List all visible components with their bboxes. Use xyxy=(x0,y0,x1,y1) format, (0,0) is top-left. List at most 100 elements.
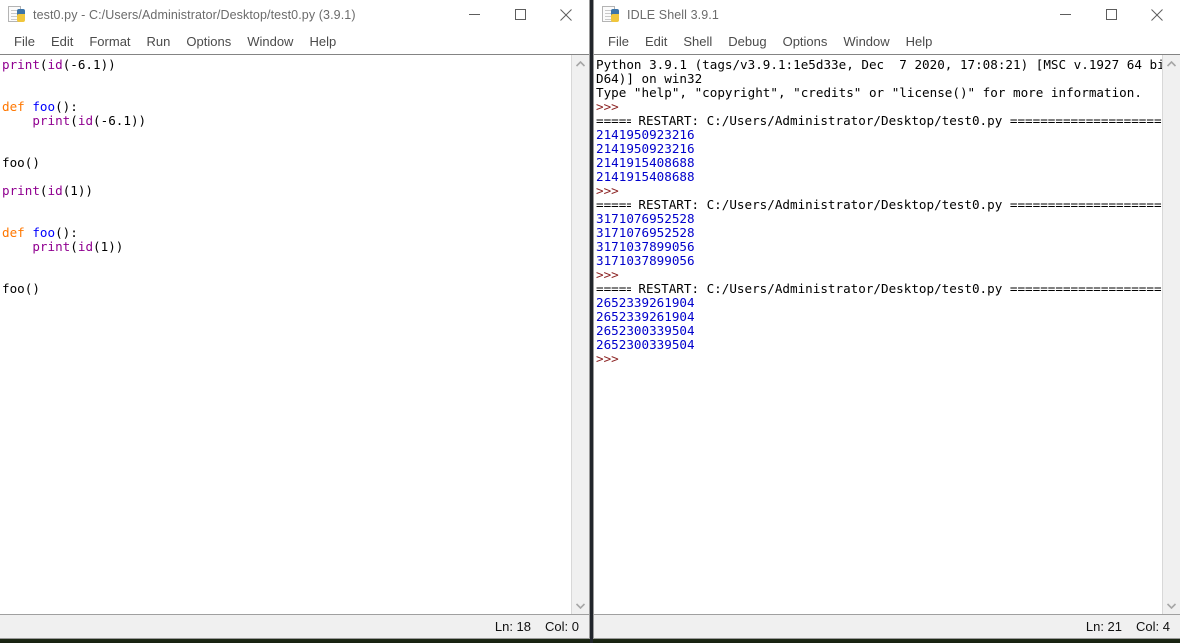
shell-window[interactable]: IDLE Shell 3.9.1 File Edit Shell Debug O… xyxy=(593,0,1180,639)
shell-menubar[interactable]: File Edit Shell Debug Options Window Hel… xyxy=(594,29,1180,54)
restart-rule-left: ======================================== xyxy=(596,198,631,212)
shell-vertical-scrollbar[interactable] xyxy=(1162,55,1180,614)
code-line: foo() xyxy=(2,156,571,170)
menu-run[interactable]: Run xyxy=(139,32,179,51)
restart-separator: ========================================… xyxy=(596,282,1162,296)
menu-options[interactable]: Options xyxy=(178,32,239,51)
shell-output-line: 2652300339504 xyxy=(596,338,1162,352)
close-icon[interactable] xyxy=(543,0,589,29)
shell-output-line: 3171076952528 xyxy=(596,226,1162,240)
menu-format[interactable]: Format xyxy=(81,32,138,51)
code-token: print xyxy=(32,113,71,128)
shell-text: Type "help", "copyright", "credits" or "… xyxy=(596,85,1142,100)
shell-text: 2652339261904 xyxy=(596,295,695,310)
restart-separator: ========================================… xyxy=(596,114,1162,128)
shell-text: D64)] on win32 xyxy=(596,71,703,86)
code-token: (): xyxy=(55,99,78,114)
restart-separator: ========================================… xyxy=(596,198,1162,212)
shell-text: 3171037899056 xyxy=(596,239,695,254)
shell-col-indicator: Col: 4 xyxy=(1136,619,1170,634)
scroll-up-chevron-icon[interactable] xyxy=(572,55,589,72)
code-line: def foo(): xyxy=(2,100,571,114)
python-file-icon xyxy=(602,6,619,23)
shell-statusbar: Ln: 21 Col: 4 xyxy=(594,614,1180,638)
shell-titlebar[interactable]: IDLE Shell 3.9.1 xyxy=(594,0,1180,29)
editor-window-title: test0.py - C:/Users/Administrator/Deskto… xyxy=(33,7,356,22)
menu-edit[interactable]: Edit xyxy=(43,32,81,51)
code-token: id xyxy=(77,113,94,128)
shell-output-line: 3171037899056 xyxy=(596,254,1162,268)
shell-text: 2141915408688 xyxy=(596,155,695,170)
shell-prompt: >>> xyxy=(596,352,1162,366)
maximize-icon[interactable] xyxy=(1088,0,1134,29)
menu-edit[interactable]: Edit xyxy=(637,32,675,51)
menu-help[interactable]: Help xyxy=(301,32,344,51)
code-line: foo() xyxy=(2,282,571,296)
shell-transcript: Python 3.9.1 (tags/v3.9.1:1e5d33e, Dec 7… xyxy=(596,58,1162,366)
shell-banner-line: D64)] on win32 xyxy=(596,72,1162,86)
code-token: ( xyxy=(39,183,48,198)
shell-output-line: 2141950923216 xyxy=(596,142,1162,156)
shell-text: >>> xyxy=(596,351,627,366)
restart-rule-right: ========================================… xyxy=(1009,198,1162,212)
shell-output-line: 2141915408688 xyxy=(596,170,1162,184)
code-token: id xyxy=(47,183,63,198)
editor-code-area[interactable]: print(id(-6.1)) def foo(): print(id(-6.1… xyxy=(0,55,571,614)
code-token: def xyxy=(2,225,25,240)
minimize-icon[interactable] xyxy=(451,0,497,29)
shell-text: 2141915408688 xyxy=(596,169,695,184)
code-token: foo() xyxy=(2,155,40,170)
shell-text: 2652300339504 xyxy=(596,323,695,338)
shell-output-area[interactable]: Python 3.9.1 (tags/v3.9.1:1e5d33e, Dec 7… xyxy=(594,55,1162,614)
maximize-icon[interactable] xyxy=(497,0,543,29)
python-file-icon xyxy=(8,6,25,23)
menu-file[interactable]: File xyxy=(600,32,637,51)
shell-window-controls xyxy=(1042,0,1180,29)
editor-menubar[interactable]: File Edit Format Run Options Window Help xyxy=(0,29,589,54)
restart-rule-right: ========================================… xyxy=(1009,114,1162,128)
code-token: foo() xyxy=(2,281,40,296)
shell-text: 2652300339504 xyxy=(596,337,695,352)
screen: test0.py - C:/Users/Administrator/Deskto… xyxy=(0,0,1180,643)
minimize-icon[interactable] xyxy=(1042,0,1088,29)
editor-vertical-scrollbar[interactable] xyxy=(571,55,589,614)
editor-col-indicator: Col: 0 xyxy=(545,619,579,634)
menu-window[interactable]: Window xyxy=(239,32,301,51)
code-line: print(id(-6.1)) xyxy=(2,114,571,128)
menu-file[interactable]: File xyxy=(6,32,43,51)
shell-output-line: 2652339261904 xyxy=(596,310,1162,324)
shell-output-line: 3171076952528 xyxy=(596,212,1162,226)
shell-text-area-wrap: Python 3.9.1 (tags/v3.9.1:1e5d33e, Dec 7… xyxy=(594,54,1180,614)
scroll-down-chevron-icon[interactable] xyxy=(1163,597,1180,614)
shell-prompt: >>> xyxy=(596,268,1162,282)
code-token: id xyxy=(77,239,94,254)
shell-output-line: 2652300339504 xyxy=(596,324,1162,338)
scroll-up-chevron-icon[interactable] xyxy=(1163,55,1180,72)
code-token: (1)) xyxy=(62,183,94,198)
editor-window[interactable]: test0.py - C:/Users/Administrator/Deskto… xyxy=(0,0,590,639)
restart-label: RESTART: C:/Users/Administrator/Desktop/… xyxy=(630,282,1010,296)
editor-statusbar: Ln: 18 Col: 0 xyxy=(0,614,589,638)
code-token: foo xyxy=(32,99,56,114)
editor-titlebar[interactable]: test0.py - C:/Users/Administrator/Deskto… xyxy=(0,0,589,29)
code-token: (): xyxy=(55,225,78,240)
shell-line-indicator: Ln: 21 xyxy=(1085,619,1123,634)
restart-rule-left: ======================================== xyxy=(596,282,631,296)
close-icon[interactable] xyxy=(1134,0,1180,29)
scroll-down-chevron-icon[interactable] xyxy=(572,597,589,614)
menu-debug[interactable]: Debug xyxy=(720,32,774,51)
menu-options[interactable]: Options xyxy=(775,32,836,51)
code-token: ( xyxy=(70,113,78,128)
menu-help[interactable]: Help xyxy=(898,32,941,51)
code-token: (-6.1)) xyxy=(93,113,147,128)
menu-window[interactable]: Window xyxy=(835,32,897,51)
menu-shell[interactable]: Shell xyxy=(675,32,720,51)
